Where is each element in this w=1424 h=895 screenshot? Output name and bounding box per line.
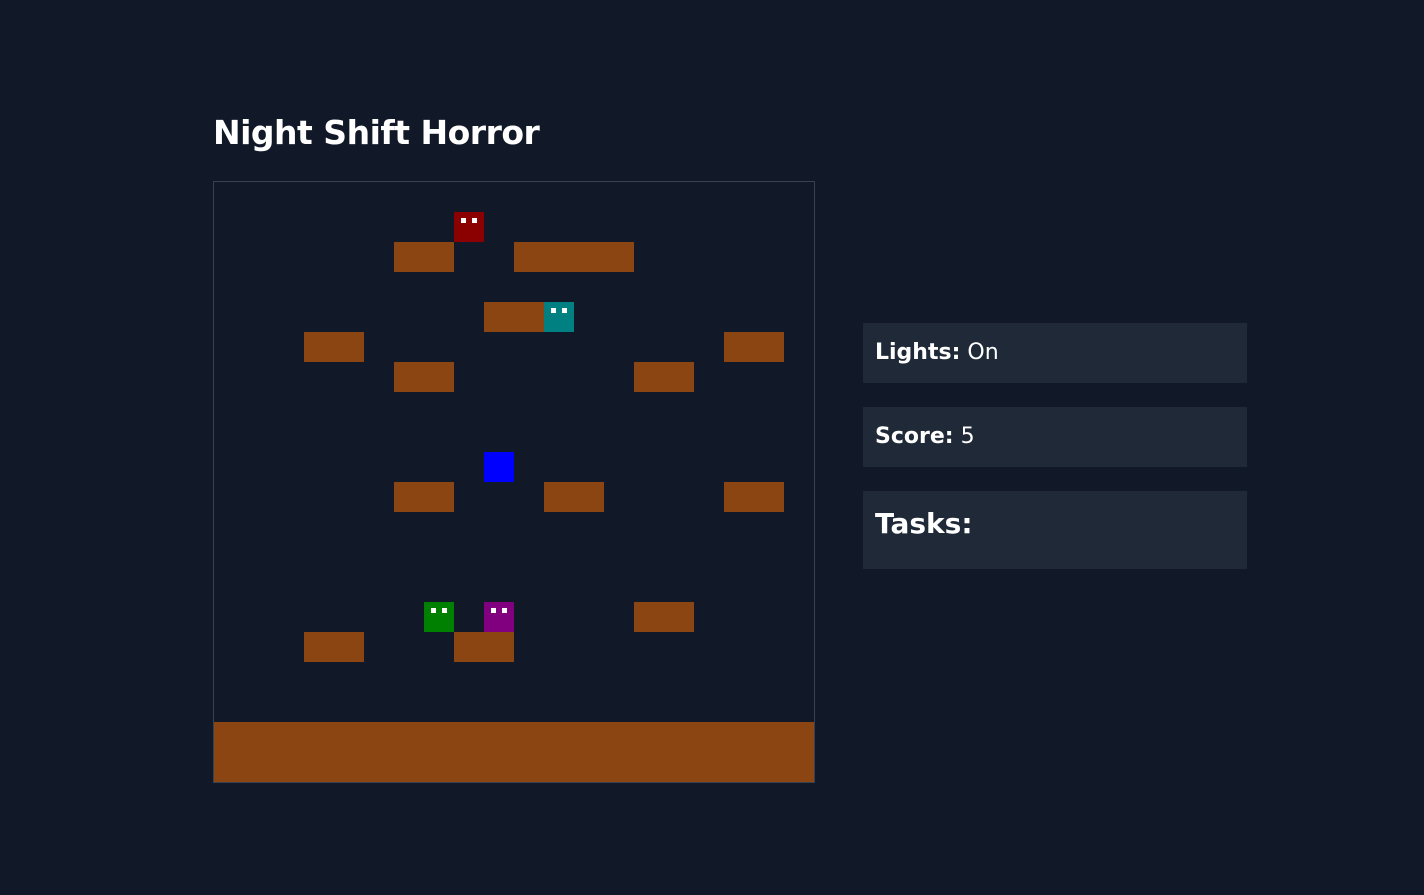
platform-block bbox=[394, 362, 454, 392]
lights-value: On bbox=[967, 340, 999, 365]
lights-status: Lights: On bbox=[863, 323, 1247, 383]
platform-block bbox=[304, 632, 364, 662]
ghost-eye-icon bbox=[461, 218, 466, 223]
floor-block bbox=[214, 722, 814, 782]
ghost-purple bbox=[484, 602, 514, 632]
platform-block bbox=[544, 482, 604, 512]
ghost-eye-icon bbox=[472, 218, 477, 223]
ghost-eye-icon bbox=[562, 308, 567, 313]
platform-block bbox=[454, 632, 514, 662]
platform-block bbox=[634, 362, 694, 392]
tasks-panel: Tasks: bbox=[863, 491, 1247, 569]
ghost-eye-icon bbox=[442, 608, 447, 613]
platform-block bbox=[484, 302, 544, 332]
platform-block bbox=[394, 242, 454, 272]
tasks-heading: Tasks: bbox=[875, 507, 973, 540]
platform-block bbox=[724, 482, 784, 512]
score-label: Score: bbox=[875, 424, 954, 449]
platform-block bbox=[724, 332, 784, 362]
lights-label: Lights: bbox=[875, 340, 961, 365]
ghost-eye-icon bbox=[431, 608, 436, 613]
ghost-red bbox=[454, 212, 484, 242]
player-character bbox=[484, 452, 514, 482]
ghost-eye-icon bbox=[491, 608, 496, 613]
ghost-eye-icon bbox=[502, 608, 507, 613]
ghost-green bbox=[424, 602, 454, 632]
ghost-eye-icon bbox=[551, 308, 556, 313]
score-status: Score: 5 bbox=[863, 407, 1247, 467]
platform-block bbox=[514, 242, 634, 272]
ghost-teal bbox=[544, 302, 574, 332]
score-value: 5 bbox=[960, 424, 975, 449]
platform-block bbox=[634, 602, 694, 632]
game-board[interactable] bbox=[213, 181, 815, 783]
platform-block bbox=[304, 332, 364, 362]
page-title: Night Shift Horror bbox=[213, 113, 540, 152]
platform-block bbox=[394, 482, 454, 512]
